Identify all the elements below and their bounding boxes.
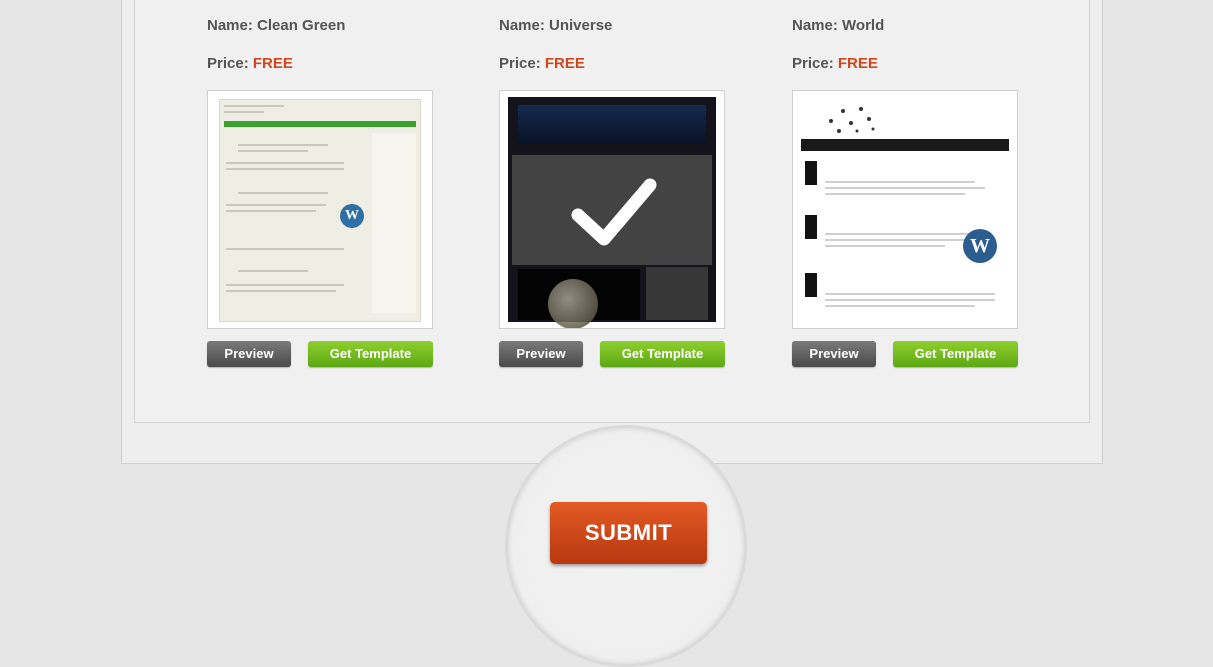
get-template-button[interactable]: Get Template [893, 341, 1018, 367]
preview-button[interactable]: Preview [207, 341, 291, 367]
wordpress-logo-icon: W [340, 204, 364, 228]
template-name: Name: Universe [499, 17, 613, 34]
template-price: Price: FREE [792, 55, 878, 72]
template-card-world: Name: World Price: FREE W Preview Get Te… [792, 0, 1032, 380]
world-nav-bar [801, 139, 1009, 151]
selected-checkmark-icon [571, 178, 657, 246]
template-thumbnail[interactable]: W [207, 90, 433, 329]
price-label: Price: [207, 55, 249, 72]
get-template-button[interactable]: Get Template [600, 341, 725, 367]
preview-button[interactable]: Preview [792, 341, 876, 367]
price-value: FREE [837, 55, 878, 72]
price-value: FREE [544, 55, 585, 72]
price-value: FREE [252, 55, 293, 72]
template-thumbnail-selected[interactable] [499, 90, 725, 329]
stars-graphic-icon [829, 107, 875, 133]
submit-button[interactable]: SUBMIT [550, 502, 707, 564]
price-label: Price: [792, 55, 834, 72]
get-template-button[interactable]: Get Template [308, 341, 433, 367]
template-card-universe: Name: Universe Price: FREE Preview Get T… [499, 0, 739, 380]
universe-preview-image [508, 97, 716, 328]
wordpress-logo-icon: W [963, 229, 997, 263]
template-thumbnail[interactable]: W [792, 90, 1018, 329]
template-name: Name: World [792, 17, 885, 34]
preview-button[interactable]: Preview [499, 341, 583, 367]
template-card-clean-green: Name: Clean Green Price: FREE W Preview … [207, 0, 447, 380]
template-name: Name: Clean Green [207, 17, 346, 34]
world-preview-image: W [801, 97, 1009, 322]
template-price: Price: FREE [207, 55, 293, 72]
clean-green-preview-image: W [219, 99, 421, 322]
price-label: Price: [499, 55, 541, 72]
template-price: Price: FREE [499, 55, 585, 72]
